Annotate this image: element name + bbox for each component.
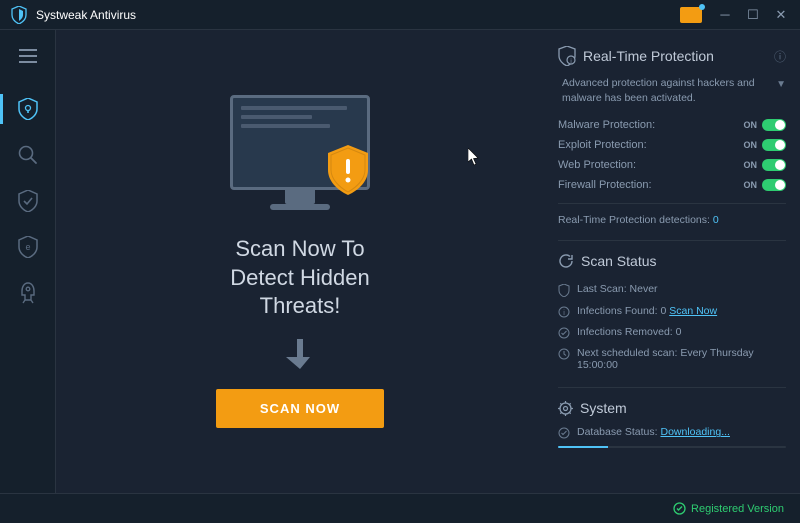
exploit-toggle[interactable] [762, 139, 786, 151]
realtime-section: i Real-Time Protection ⓘ Advanced protec… [558, 42, 786, 228]
monitor-illustration [225, 95, 375, 215]
toggle-row: Exploit Protection: ON [558, 135, 786, 155]
app-logo-icon [10, 6, 28, 24]
system-title: System [580, 400, 786, 416]
sidebar-item-home[interactable] [0, 86, 56, 132]
right-panel: i Real-Time Protection ⓘ Advanced protec… [544, 30, 800, 493]
svg-text:e: e [25, 242, 30, 252]
refresh-icon [558, 253, 574, 269]
scanstatus-title: Scan Status [581, 253, 786, 269]
info-icon: i [558, 306, 570, 318]
svg-text:i: i [570, 59, 571, 65]
notification-badge-button[interactable] [680, 7, 702, 23]
main-area: e Scan Now To Detect Hidden Threats! SCA… [0, 30, 800, 493]
sidebar-item-scan[interactable] [0, 132, 56, 178]
malware-toggle[interactable] [762, 119, 786, 131]
close-button[interactable]: ✕ [768, 4, 794, 26]
db-status-value: Downloading... [660, 426, 729, 438]
check-circle-icon [558, 327, 570, 339]
shield-warning-icon [326, 145, 370, 195]
titlebar: Systweak Antivirus ─ ☐ ✕ [0, 0, 800, 30]
maximize-button[interactable]: ☐ [740, 4, 766, 26]
system-section: System Database Status: Downloading... [558, 396, 786, 448]
scan-headline: Scan Now To Detect Hidden Threats! [230, 235, 369, 321]
shield-info-icon: i [558, 46, 576, 66]
shield-check-icon [558, 284, 570, 297]
clock-icon [558, 348, 570, 360]
detections-row: Real-Time Protection detections: 0 [558, 212, 786, 228]
toggle-row: Web Protection: ON [558, 155, 786, 175]
registered-status: Registered Version [673, 502, 784, 515]
help-icon[interactable]: ⓘ [774, 48, 786, 65]
scanstatus-section: Scan Status Last Scan: Never i Infection… [558, 249, 786, 375]
realtime-title: Real-Time Protection [583, 48, 767, 64]
minimize-button[interactable]: ─ [712, 4, 738, 26]
download-progress [558, 446, 786, 448]
sidebar-item-protection[interactable] [0, 178, 56, 224]
arrow-down-icon [286, 337, 314, 371]
web-toggle[interactable] [762, 159, 786, 171]
window-controls: ─ ☐ ✕ [680, 4, 794, 26]
gear-icon [558, 401, 573, 416]
check-circle-icon [558, 427, 570, 439]
realtime-desc: Advanced protection against hackers and … [562, 76, 768, 105]
sidebar-item-quarantine[interactable]: e [0, 224, 56, 270]
scan-now-link[interactable]: Scan Now [669, 305, 717, 317]
toggle-row: Firewall Protection: ON [558, 175, 786, 195]
app-title: Systweak Antivirus [36, 8, 680, 22]
firewall-toggle[interactable] [762, 179, 786, 191]
scan-now-button[interactable]: SCAN NOW [216, 389, 384, 428]
hamburger-menu-button[interactable] [0, 36, 56, 76]
sidebar-item-boost[interactable] [0, 270, 56, 316]
svg-text:i: i [563, 310, 565, 317]
sidebar: e [0, 30, 56, 493]
chevron-down-icon[interactable]: ▼ [776, 78, 786, 92]
toggle-row: Malware Protection: ON [558, 115, 786, 135]
footer: Registered Version [0, 493, 800, 523]
center-panel: Scan Now To Detect Hidden Threats! SCAN … [56, 30, 544, 493]
